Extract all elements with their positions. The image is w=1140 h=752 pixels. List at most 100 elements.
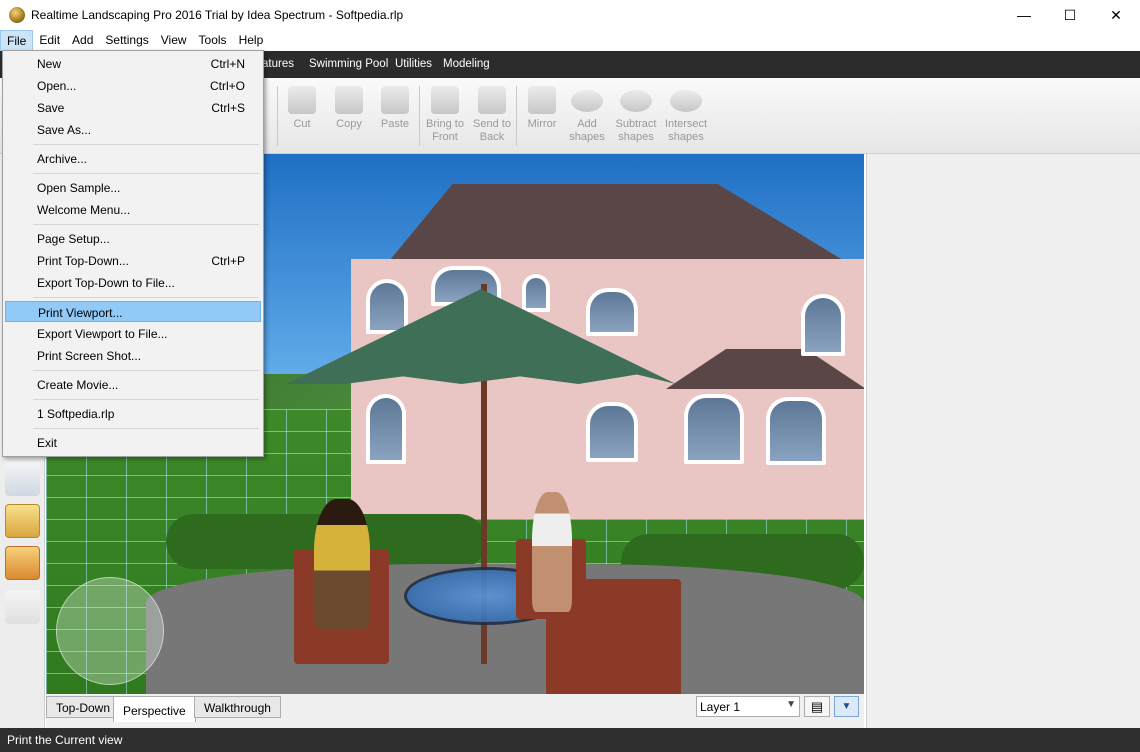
menu-item-label: Save As... bbox=[37, 123, 92, 137]
house-window bbox=[586, 402, 638, 462]
menu-item-print-screen-shot[interactable]: Print Screen Shot... bbox=[5, 345, 261, 366]
add-shapes-label-1: Add bbox=[577, 118, 597, 130]
menu-item-label: Open... bbox=[37, 79, 77, 93]
bring-front-icon bbox=[431, 86, 459, 114]
tab-walkthrough[interactable]: Walkthrough bbox=[194, 696, 281, 718]
house-window bbox=[766, 397, 826, 465]
grid-icon[interactable] bbox=[5, 504, 40, 538]
menu-item-open-sample[interactable]: Open Sample... bbox=[5, 177, 261, 198]
mirror-button[interactable]: Mirror bbox=[524, 86, 560, 131]
copy-button[interactable]: Copy bbox=[332, 86, 366, 131]
add-shapes-button[interactable]: Add shapes bbox=[568, 86, 606, 144]
paste-label: Paste bbox=[380, 118, 410, 130]
menu-item-export-top-down[interactable]: Export Top-Down to File... bbox=[5, 272, 261, 293]
bring-to-front-button[interactable]: Bring to Front bbox=[424, 86, 466, 144]
subtract-shapes-label-2: shapes bbox=[618, 131, 654, 143]
expand-chevron-icon[interactable]: ▼ bbox=[834, 696, 859, 717]
shortcut-label: Ctrl+P bbox=[211, 254, 245, 268]
add-shapes-label-2: shapes bbox=[569, 131, 605, 143]
menu-separator bbox=[33, 224, 259, 225]
layers-icon[interactable]: ▤ bbox=[804, 696, 830, 717]
copy-label: Copy bbox=[336, 118, 362, 130]
intersect-shapes-button[interactable]: Intersect shapes bbox=[663, 86, 709, 144]
menu-add[interactable]: Add bbox=[66, 30, 99, 51]
menu-item-label: Page Setup... bbox=[37, 232, 110, 246]
menu-item-recent-file[interactable]: 1 Softpedia.rlp bbox=[5, 403, 261, 424]
menu-item-print-top-down[interactable]: Print Top-Down... Ctrl+P bbox=[5, 250, 261, 271]
menu-settings[interactable]: Settings bbox=[99, 30, 154, 51]
house-window bbox=[366, 394, 406, 464]
tab-features[interactable]: atures bbox=[262, 58, 294, 70]
mirror-label: Mirror bbox=[527, 118, 557, 130]
scissors-icon bbox=[288, 86, 316, 114]
menu-item-open[interactable]: Open... Ctrl+O bbox=[5, 75, 261, 96]
menu-item-label: Print Viewport... bbox=[38, 306, 123, 320]
menu-item-label: Create Movie... bbox=[37, 378, 119, 392]
tab-top-down[interactable]: Top-Down bbox=[46, 696, 121, 718]
subtract-shapes-button[interactable]: Subtract shapes bbox=[613, 86, 659, 144]
cloud-icon[interactable] bbox=[5, 462, 40, 496]
intersect-shapes-icon bbox=[670, 90, 702, 112]
intersect-shapes-label-2: shapes bbox=[668, 131, 704, 143]
paste-icon bbox=[381, 86, 409, 114]
tab-modeling[interactable]: Modeling bbox=[443, 58, 490, 70]
send-to-back-button[interactable]: Send to Back bbox=[471, 86, 513, 144]
tab-utilities[interactable]: Utilities bbox=[395, 58, 432, 70]
tab-swimming-pool[interactable]: Swimming Pool bbox=[309, 58, 388, 70]
toolbar-separator bbox=[516, 86, 517, 146]
shortcut-label: Ctrl+O bbox=[209, 79, 245, 93]
house-window bbox=[366, 279, 408, 334]
add-shapes-icon bbox=[571, 90, 603, 112]
menu-separator bbox=[33, 370, 259, 371]
shortcut-label: Ctrl+S bbox=[211, 101, 245, 115]
menu-item-exit[interactable]: Exit bbox=[5, 432, 261, 453]
subtract-shapes-label-1: Subtract bbox=[615, 118, 657, 130]
title-bar: Realtime Landscaping Pro 2016 Trial by I… bbox=[0, 0, 1140, 30]
layer-select[interactable]: Layer 1 ▼ bbox=[696, 696, 800, 717]
menu-item-save-as[interactable]: Save As... bbox=[5, 119, 261, 140]
house-window bbox=[586, 288, 638, 336]
menu-item-label: New bbox=[37, 57, 62, 71]
maximize-button[interactable]: ☐ bbox=[1047, 0, 1093, 30]
menu-item-export-viewport[interactable]: Export Viewport to File... bbox=[5, 323, 261, 344]
intersect-shapes-label-1: Intersect bbox=[664, 118, 708, 130]
menu-item-archive[interactable]: Archive... bbox=[5, 148, 261, 169]
menu-item-page-setup[interactable]: Page Setup... bbox=[5, 228, 261, 249]
menu-item-print-viewport[interactable]: Print Viewport... bbox=[5, 301, 261, 322]
menu-tools[interactable]: Tools bbox=[193, 30, 233, 51]
tab-perspective[interactable]: Perspective bbox=[113, 696, 196, 722]
menu-item-create-movie[interactable]: Create Movie... bbox=[5, 374, 261, 395]
subtract-shapes-icon bbox=[620, 90, 652, 112]
send-back-label-2: Back bbox=[479, 131, 505, 143]
bring-front-label-2: Front bbox=[432, 131, 458, 143]
house-window bbox=[522, 274, 550, 312]
navigation-control[interactable] bbox=[56, 577, 164, 685]
menu-item-save[interactable]: Save Ctrl+S bbox=[5, 97, 261, 118]
menu-item-label: Archive... bbox=[37, 152, 88, 166]
menu-item-welcome-menu[interactable]: Welcome Menu... bbox=[5, 199, 261, 220]
menu-item-label: Print Screen Shot... bbox=[37, 349, 142, 363]
menu-item-label: Export Viewport to File... bbox=[37, 327, 168, 341]
cut-button[interactable]: Cut bbox=[286, 86, 318, 131]
close-button[interactable]: ✕ bbox=[1093, 0, 1139, 30]
status-bar: Print the Current view bbox=[0, 728, 1140, 752]
menu-file[interactable]: File bbox=[0, 30, 34, 51]
menu-separator bbox=[33, 399, 259, 400]
menu-edit[interactable]: Edit bbox=[33, 30, 66, 51]
menu-help[interactable]: Help bbox=[233, 30, 270, 51]
send-back-label-1: Send to bbox=[473, 118, 511, 130]
status-text: Print the Current view bbox=[7, 733, 123, 747]
magnet-options-icon[interactable] bbox=[5, 590, 40, 624]
cut-label: Cut bbox=[293, 118, 311, 130]
person-seated-left bbox=[314, 499, 370, 629]
file-menu-dropdown: New Ctrl+N Open... Ctrl+O Save Ctrl+S Sa… bbox=[2, 50, 264, 457]
menu-view[interactable]: View bbox=[155, 30, 193, 51]
person-seated-right bbox=[532, 492, 572, 612]
house-window bbox=[684, 394, 744, 464]
magnet-icon[interactable] bbox=[5, 546, 40, 580]
window-title: Realtime Landscaping Pro 2016 Trial by I… bbox=[31, 8, 404, 22]
menu-item-new[interactable]: New Ctrl+N bbox=[5, 53, 261, 74]
minimize-button[interactable]: — bbox=[1001, 0, 1047, 30]
properties-panel bbox=[866, 154, 1140, 728]
paste-button[interactable]: Paste bbox=[378, 86, 412, 131]
